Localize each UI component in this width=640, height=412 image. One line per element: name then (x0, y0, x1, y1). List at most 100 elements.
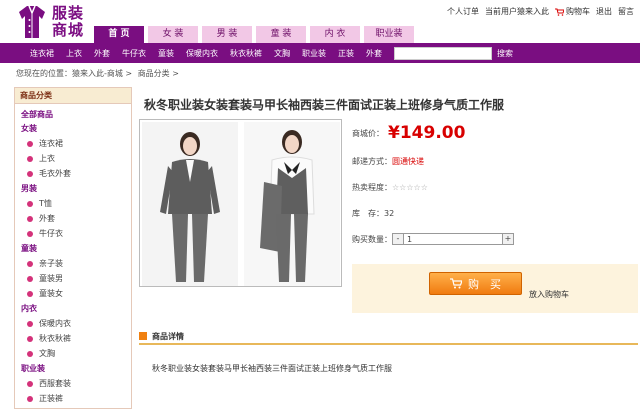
tab-kids[interactable]: 童 装 (256, 26, 306, 43)
site-logo[interactable]: 服装 商城 (18, 4, 92, 40)
sidebar-category[interactable]: 职业装 (15, 361, 131, 376)
sidebar-item[interactable]: T恤 (15, 196, 131, 211)
quantity-decrease-button[interactable]: - (392, 233, 404, 245)
sidebar-item-label: 牛仔衣 (39, 229, 63, 238)
subnav-item[interactable]: 外套 (88, 48, 116, 59)
quantity-row: 购买数量： - 1 + (352, 233, 514, 245)
sidebar-item[interactable]: 保暖内衣 (15, 316, 131, 331)
product-title: 秋冬职业装女装套装马甲长袖西装三件面试正装上班修身气质工作服 (144, 98, 505, 112)
product-info: 商城价： ¥149.00 邮递方式： 圆通快递 热卖程度： ☆☆☆☆☆ 库 存：… (352, 119, 638, 260)
sidebar-item-label: 上衣 (39, 154, 55, 163)
bullet-icon (27, 290, 33, 297)
bullet-icon (27, 170, 33, 177)
sidebar-item-label: 亲子装 (39, 259, 63, 268)
breadcrumb: 您现在的位置：猿来入此-商城 > 商品分类 > (16, 68, 182, 79)
search-input[interactable] (394, 47, 492, 60)
buy-panel: 购 买 放入购物车 (352, 264, 638, 313)
subnav-item[interactable]: 牛仔衣 (116, 48, 152, 59)
cart-link-label: 购物车 (566, 7, 590, 16)
sidebar-item[interactable]: 文胸 (15, 346, 131, 361)
sidebar-item[interactable]: 秋衣秋裤 (15, 331, 131, 346)
tab-women[interactable]: 女 装 (148, 26, 198, 43)
sidebar-item[interactable]: 外套 (15, 211, 131, 226)
sidebar-item-label: 保暖内衣 (39, 319, 71, 328)
sidebar-item-label: T恤 (39, 199, 52, 208)
current-user-text: 当前用户猿来入此 (485, 7, 549, 16)
sidebar-category[interactable]: 女装 (15, 121, 131, 136)
sidebar-title: 商品分类 (15, 88, 131, 104)
my-orders-link[interactable]: 个人订单 (447, 6, 479, 17)
subnav-item[interactable]: 童装 (152, 48, 180, 59)
stock-row: 库 存： 32 (352, 208, 394, 219)
sidebar-item-label: 连衣裙 (39, 139, 63, 148)
tab-underwear[interactable]: 内 衣 (310, 26, 360, 43)
bullet-icon (27, 320, 33, 327)
sidebar-item-label: 正装裤 (39, 394, 63, 403)
sidebar-item[interactable]: 毛衣外套 (15, 166, 131, 181)
cart-icon (555, 8, 564, 16)
subnav-item[interactable]: 连衣裙 (24, 48, 60, 59)
search-button[interactable]: 搜索 (497, 47, 513, 60)
sidebar-item[interactable]: 上衣 (15, 151, 131, 166)
bullet-icon (27, 260, 33, 267)
sidebar-item[interactable]: 牛仔衣 (15, 226, 131, 241)
rating-stars: ☆☆☆☆☆ (392, 183, 428, 192)
sidebar-item[interactable]: 西服套装 (15, 376, 131, 391)
price-label: 商城价： (352, 128, 384, 138)
subnav-item[interactable]: 正装 (332, 48, 360, 59)
coat-icon (19, 5, 45, 38)
message-link[interactable]: 留言 (618, 6, 634, 17)
sidebar-item[interactable]: 童装女 (15, 286, 131, 301)
product-photo-vest (244, 122, 340, 286)
bullet-icon (27, 140, 33, 147)
sidebar-category[interactable]: 内衣 (15, 301, 131, 316)
top-links: 个人订单 当前用户猿来入此 购物车 退出 留言 (447, 6, 634, 17)
subnav-item[interactable]: 职业装 (296, 48, 332, 59)
subnav-item[interactable]: 秋衣秋裤 (224, 48, 268, 59)
sidebar-item[interactable]: 连衣裙 (15, 136, 131, 151)
logo-line-2: 商城 (52, 21, 85, 39)
detail-title: 商品详情 (152, 331, 184, 341)
product-photo-front (142, 122, 238, 286)
main-nav: 首 页 女 装 男 装 童 装 内 衣 职业装 (94, 26, 414, 44)
shipping-value: 圆通快递 (392, 157, 424, 166)
price-value: ¥149.00 (388, 123, 466, 143)
sidebar-item-label: 西服套装 (39, 379, 71, 388)
bullet-icon (27, 215, 33, 222)
cart-icon (450, 278, 462, 289)
cart-link[interactable]: 购物车 (555, 6, 590, 17)
add-to-cart-link[interactable]: 放入购物车 (529, 289, 569, 300)
sidebar-category[interactable]: 童装 (15, 241, 131, 256)
quantity-label: 购买数量： (352, 234, 392, 244)
tab-workwear[interactable]: 职业装 (364, 26, 414, 43)
tab-home[interactable]: 首 页 (94, 26, 144, 44)
sidebar-item-label: 秋衣秋裤 (39, 334, 71, 343)
bullet-icon (27, 155, 33, 162)
subnav-item[interactable]: 文胸 (268, 48, 296, 59)
tab-men[interactable]: 男 装 (202, 26, 252, 43)
subnav-item[interactable]: 保暖内衣 (180, 48, 224, 59)
sidebar-item-label: 童装女 (39, 289, 63, 298)
quantity-input[interactable]: 1 (404, 233, 502, 245)
breadcrumb-home[interactable]: 您现在的位置：猿来入此-商城 > (16, 69, 132, 78)
sidebar-item[interactable]: 正装裤 (15, 391, 131, 406)
subnav-item[interactable]: 上衣 (60, 48, 88, 59)
breadcrumb-category[interactable]: 商品分类 > (138, 69, 179, 78)
price-row: 商城价： ¥149.00 (352, 123, 465, 143)
logo-text: 服装 商城 (52, 5, 84, 39)
sidebar-item-label: 外套 (39, 214, 55, 223)
buy-button[interactable]: 购 买 (429, 272, 522, 295)
quantity-increase-button[interactable]: + (502, 233, 514, 245)
bullet-icon (27, 335, 33, 342)
sidebar-all-products[interactable]: 全部商品 (15, 104, 131, 121)
bullet-icon (27, 230, 33, 237)
category-sidebar: 商品分类 全部商品 女装 连衣裙 上衣 毛衣外套 男装 T恤 外套 牛仔衣 童装… (14, 87, 132, 409)
bullet-icon (27, 350, 33, 357)
logo-line-1: 服装 (52, 4, 85, 22)
logout-link[interactable]: 退出 (596, 6, 612, 17)
sub-nav: 连衣裙 上衣 外套 牛仔衣 童装 保暖内衣 秋衣秋裤 文胸 职业装 正装 外套 … (0, 43, 640, 63)
sidebar-item[interactable]: 童装男 (15, 271, 131, 286)
sidebar-category[interactable]: 男装 (15, 181, 131, 196)
subnav-item[interactable]: 外套 (360, 48, 388, 59)
sidebar-item[interactable]: 亲子装 (15, 256, 131, 271)
